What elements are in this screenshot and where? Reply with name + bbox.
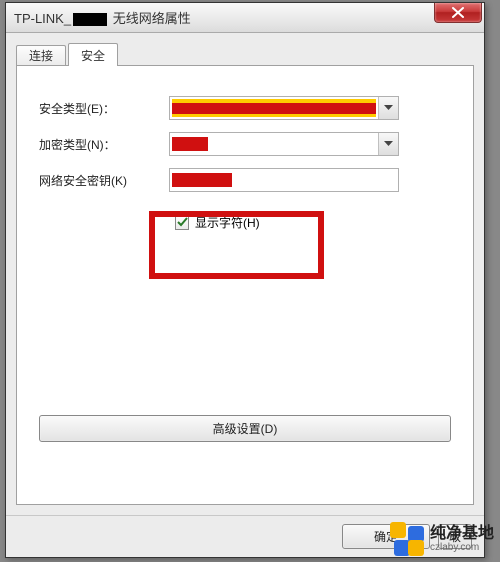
redacted-ssid bbox=[73, 13, 107, 26]
tab-panel-security: 安全类型(E)： 加密类型(N)： 网络安全密钥(K bbox=[16, 65, 474, 505]
redacted-value bbox=[172, 137, 208, 151]
ok-button[interactable]: 确定 bbox=[342, 524, 430, 549]
tabstrip: 连接 安全 bbox=[16, 41, 474, 65]
cancel-button[interactable]: 取 bbox=[438, 524, 472, 549]
show-characters-row: 显示字符(H) bbox=[169, 210, 451, 235]
tab-connection[interactable]: 连接 bbox=[16, 45, 66, 65]
row-network-key: 网络安全密钥(K) bbox=[39, 168, 451, 192]
dialog-window: TP-LINK_ 无线网络属性 连接 安全 安全类型(E)： 加密类型(N)： bbox=[5, 2, 485, 558]
checkmark-icon bbox=[177, 217, 188, 228]
show-characters-checkbox[interactable] bbox=[175, 216, 189, 230]
titlebar[interactable]: TP-LINK_ 无线网络属性 bbox=[6, 3, 484, 33]
dropdown-arrow[interactable] bbox=[378, 133, 398, 155]
tab-security[interactable]: 安全 bbox=[68, 43, 118, 66]
dialog-footer: 确定 取 bbox=[6, 515, 484, 557]
client-area: 连接 安全 安全类型(E)： 加密类型(N)： bbox=[6, 33, 484, 515]
redacted-value bbox=[172, 99, 376, 117]
close-button[interactable] bbox=[434, 3, 482, 23]
window-title: TP-LINK_ 无线网络属性 bbox=[14, 8, 191, 27]
row-security-type: 安全类型(E)： bbox=[39, 96, 451, 120]
show-characters-label: 显示字符(H) bbox=[195, 214, 260, 231]
close-icon bbox=[452, 7, 464, 18]
security-type-dropdown[interactable] bbox=[169, 96, 399, 120]
label-encryption-type: 加密类型(N)： bbox=[39, 136, 169, 153]
label-network-key: 网络安全密钥(K) bbox=[39, 172, 169, 189]
encryption-type-dropdown[interactable] bbox=[169, 132, 399, 156]
chevron-down-icon bbox=[384, 141, 393, 147]
advanced-settings-button[interactable]: 高级设置(D) bbox=[39, 415, 451, 442]
network-key-input[interactable] bbox=[169, 168, 399, 192]
chevron-down-icon bbox=[384, 105, 393, 111]
row-encryption-type: 加密类型(N)： bbox=[39, 132, 451, 156]
redacted-value bbox=[172, 173, 232, 187]
dropdown-arrow[interactable] bbox=[378, 97, 398, 119]
label-security-type: 安全类型(E)： bbox=[39, 100, 169, 117]
advanced-row: 高级设置(D) bbox=[39, 415, 451, 442]
